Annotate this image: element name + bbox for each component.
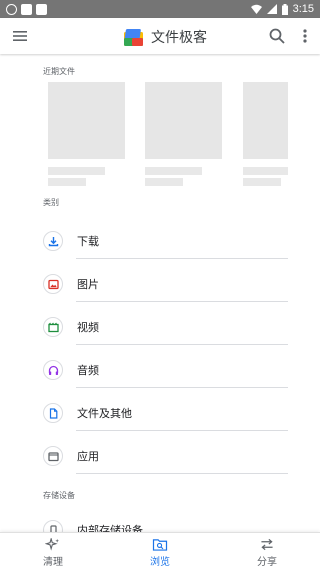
sparkle-icon <box>45 538 60 551</box>
wifi-icon <box>250 4 262 14</box>
category-label: 视频 <box>77 321 99 334</box>
category-apps[interactable]: 应用 <box>0 436 320 479</box>
battery-icon <box>281 3 288 15</box>
file-meta-placeholder <box>243 178 281 186</box>
category-label: 下载 <box>77 235 99 248</box>
cell-signal-icon <box>266 4 277 14</box>
divider <box>76 473 288 474</box>
file-name-placeholder <box>243 167 288 175</box>
divider <box>76 258 288 259</box>
swap-arrows-icon <box>261 538 273 551</box>
categories-heading: 类别 <box>43 198 59 207</box>
category-label: 音频 <box>77 364 99 377</box>
divider <box>76 387 288 388</box>
divider <box>76 301 288 302</box>
more-vert-icon[interactable] <box>300 27 310 45</box>
app-title-group: 文件极客 <box>124 27 207 47</box>
file-thumbnail-placeholder <box>243 82 288 159</box>
file-meta-placeholder <box>48 178 86 186</box>
nav-browse[interactable]: 浏览 <box>130 538 190 568</box>
video-icon <box>43 317 63 337</box>
notification-icon <box>21 3 32 15</box>
app-bar: 文件极客 <box>0 18 320 54</box>
image-icon <box>43 274 63 294</box>
file-meta-placeholder <box>145 178 183 186</box>
nav-clean[interactable]: 清理 <box>23 538 83 568</box>
recent-file-card[interactable] <box>243 82 288 186</box>
download-icon <box>43 231 63 251</box>
bottom-navigation: 清理 浏览 分享 <box>0 532 320 569</box>
category-label: 文件及其他 <box>77 407 132 420</box>
headphones-icon <box>43 360 63 380</box>
recent-files-heading: 近期文件 <box>43 67 75 76</box>
recent-file-card[interactable] <box>145 82 222 186</box>
nav-label: 清理 <box>43 557 63 568</box>
status-bar: 3:15 <box>0 0 320 18</box>
file-name-placeholder <box>48 167 105 175</box>
search-icon[interactable] <box>268 27 286 45</box>
browse-folder-icon <box>152 539 168 551</box>
notification-icon <box>36 3 47 15</box>
category-downloads[interactable]: 下载 <box>0 221 320 264</box>
category-videos[interactable]: 视频 <box>0 307 320 350</box>
recent-file-card[interactable] <box>48 82 125 186</box>
nav-label: 分享 <box>257 557 277 568</box>
file-name-placeholder <box>145 167 202 175</box>
file-thumbnail-placeholder <box>145 82 222 159</box>
divider <box>76 430 288 431</box>
category-label: 图片 <box>77 278 99 291</box>
files-logo-icon <box>124 28 143 46</box>
file-thumbnail-placeholder <box>48 82 125 159</box>
status-time: 3:15 <box>292 3 314 15</box>
storage-heading: 存储设备 <box>43 491 75 500</box>
divider <box>76 344 288 345</box>
category-label: 应用 <box>77 450 99 463</box>
app-title: 文件极客 <box>151 30 207 46</box>
sync-icon <box>6 3 17 15</box>
menu-icon[interactable] <box>12 28 28 44</box>
nav-label: 浏览 <box>150 557 170 568</box>
nav-share[interactable]: 分享 <box>237 538 297 568</box>
category-documents[interactable]: 文件及其他 <box>0 393 320 436</box>
category-audio[interactable]: 音频 <box>0 350 320 393</box>
category-images[interactable]: 图片 <box>0 264 320 307</box>
app-window-icon <box>43 446 63 466</box>
document-icon <box>43 403 63 423</box>
